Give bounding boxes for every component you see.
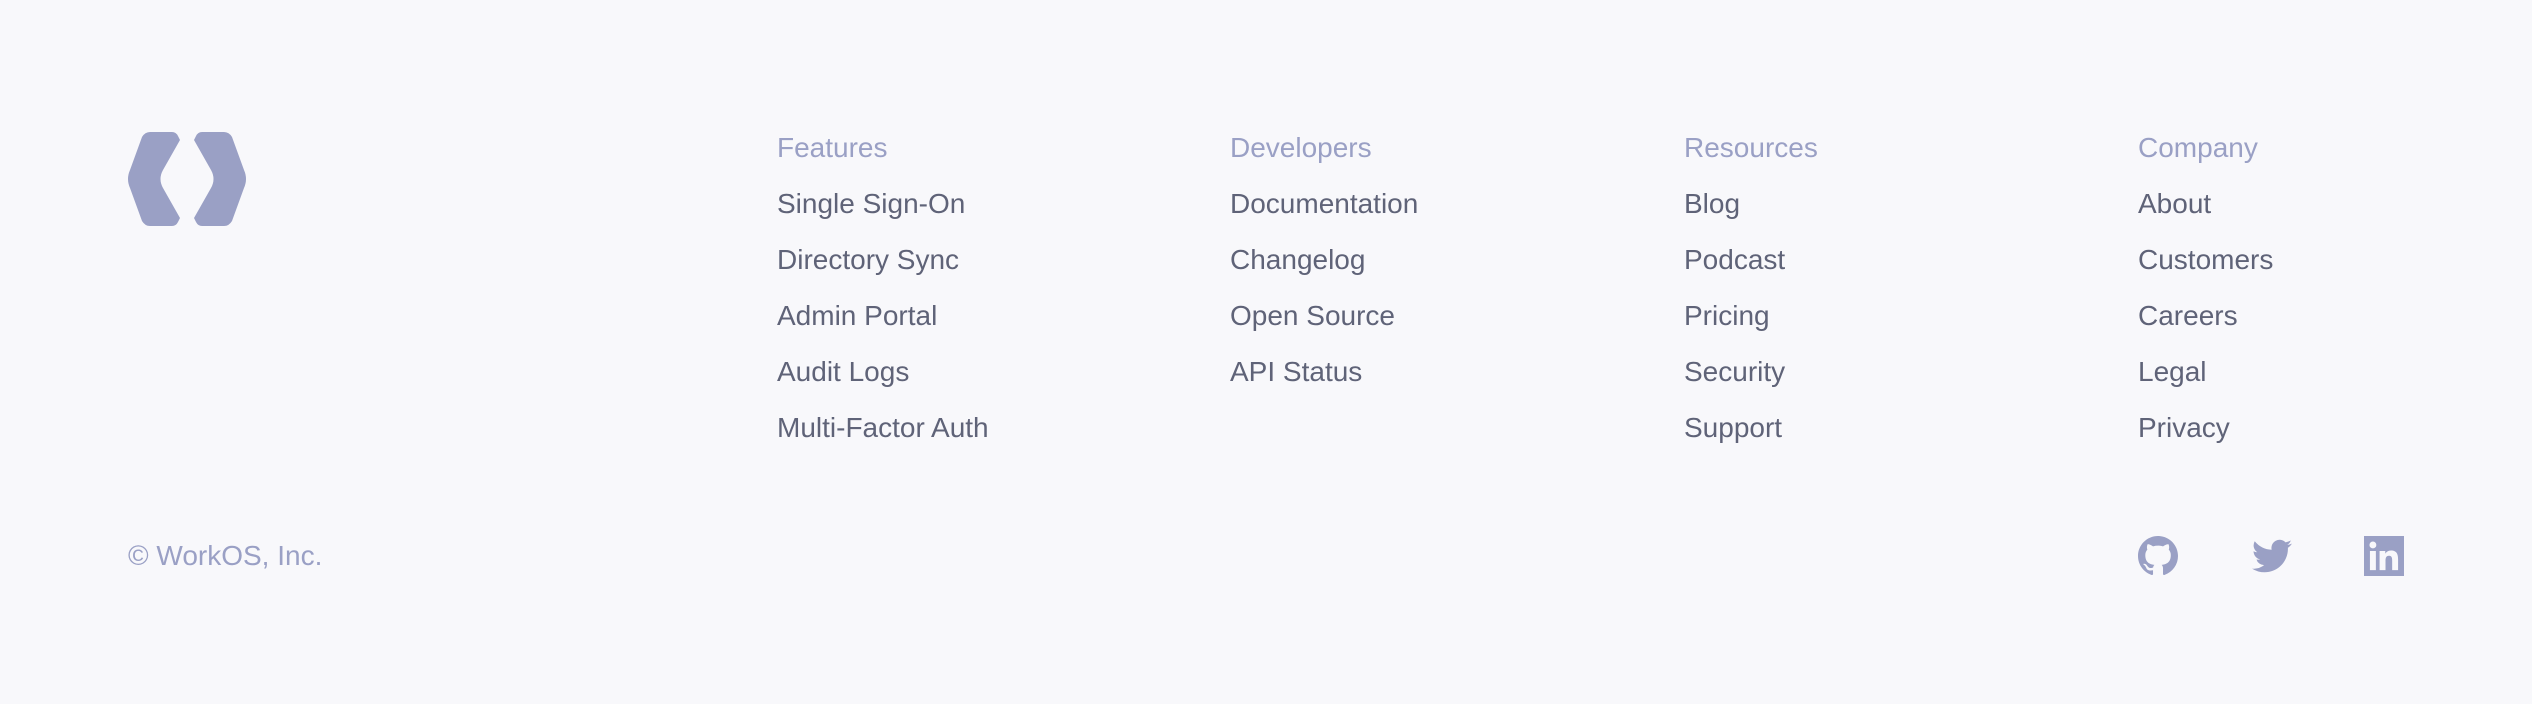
- footer-link-about[interactable]: About: [2138, 184, 2273, 224]
- features-link-list: Single Sign-On Directory Sync Admin Port…: [777, 184, 989, 448]
- footer-link-customers[interactable]: Customers: [2138, 240, 2273, 280]
- footer-link-podcast[interactable]: Podcast: [1684, 240, 1818, 280]
- column-heading-developers: Developers: [1230, 132, 1372, 163]
- footer-link-changelog[interactable]: Changelog: [1230, 240, 1418, 280]
- twitter-link[interactable]: [2252, 536, 2292, 576]
- footer-column-resources: Resources Blog Podcast Pricing Security …: [1684, 128, 1818, 464]
- workos-logo-icon: [128, 132, 246, 226]
- linkedin-link[interactable]: [2364, 536, 2404, 576]
- footer-column-developers: Developers Documentation Changelog Open …: [1230, 128, 1418, 408]
- workos-logo[interactable]: [128, 126, 246, 232]
- column-heading-resources: Resources: [1684, 132, 1818, 163]
- footer-link-audit-logs[interactable]: Audit Logs: [777, 352, 989, 392]
- footer-link-pricing[interactable]: Pricing: [1684, 296, 1818, 336]
- footer-link-documentation[interactable]: Documentation: [1230, 184, 1418, 224]
- footer-link-api-status[interactable]: API Status: [1230, 352, 1418, 392]
- company-link-list: About Customers Careers Legal Privacy: [2138, 184, 2273, 448]
- footer-link-directory-sync[interactable]: Directory Sync: [777, 240, 989, 280]
- column-heading-features: Features: [777, 132, 888, 163]
- footer-link-legal[interactable]: Legal: [2138, 352, 2273, 392]
- footer-link-multi-factor-auth[interactable]: Multi-Factor Auth: [777, 408, 989, 448]
- resources-link-list: Blog Podcast Pricing Security Support: [1684, 184, 1818, 448]
- github-link[interactable]: [2138, 536, 2178, 576]
- github-icon: [2138, 536, 2178, 576]
- developers-link-list: Documentation Changelog Open Source API …: [1230, 184, 1418, 392]
- linkedin-icon: [2364, 536, 2404, 576]
- footer-link-single-sign-on[interactable]: Single Sign-On: [777, 184, 989, 224]
- footer-link-open-source[interactable]: Open Source: [1230, 296, 1418, 336]
- footer-column-features: Features Single Sign-On Directory Sync A…: [777, 128, 989, 464]
- footer-link-support[interactable]: Support: [1684, 408, 1818, 448]
- twitter-icon: [2252, 539, 2292, 573]
- footer-link-admin-portal[interactable]: Admin Portal: [777, 296, 989, 336]
- footer-link-privacy[interactable]: Privacy: [2138, 408, 2273, 448]
- copyright-text: © WorkOS, Inc.: [128, 540, 323, 571]
- footer-link-blog[interactable]: Blog: [1684, 184, 1818, 224]
- footer-link-careers[interactable]: Careers: [2138, 296, 2273, 336]
- footer-column-company: Company About Customers Careers Legal Pr…: [2138, 128, 2273, 464]
- footer-link-security[interactable]: Security: [1684, 352, 1818, 392]
- column-heading-company: Company: [2138, 132, 2258, 163]
